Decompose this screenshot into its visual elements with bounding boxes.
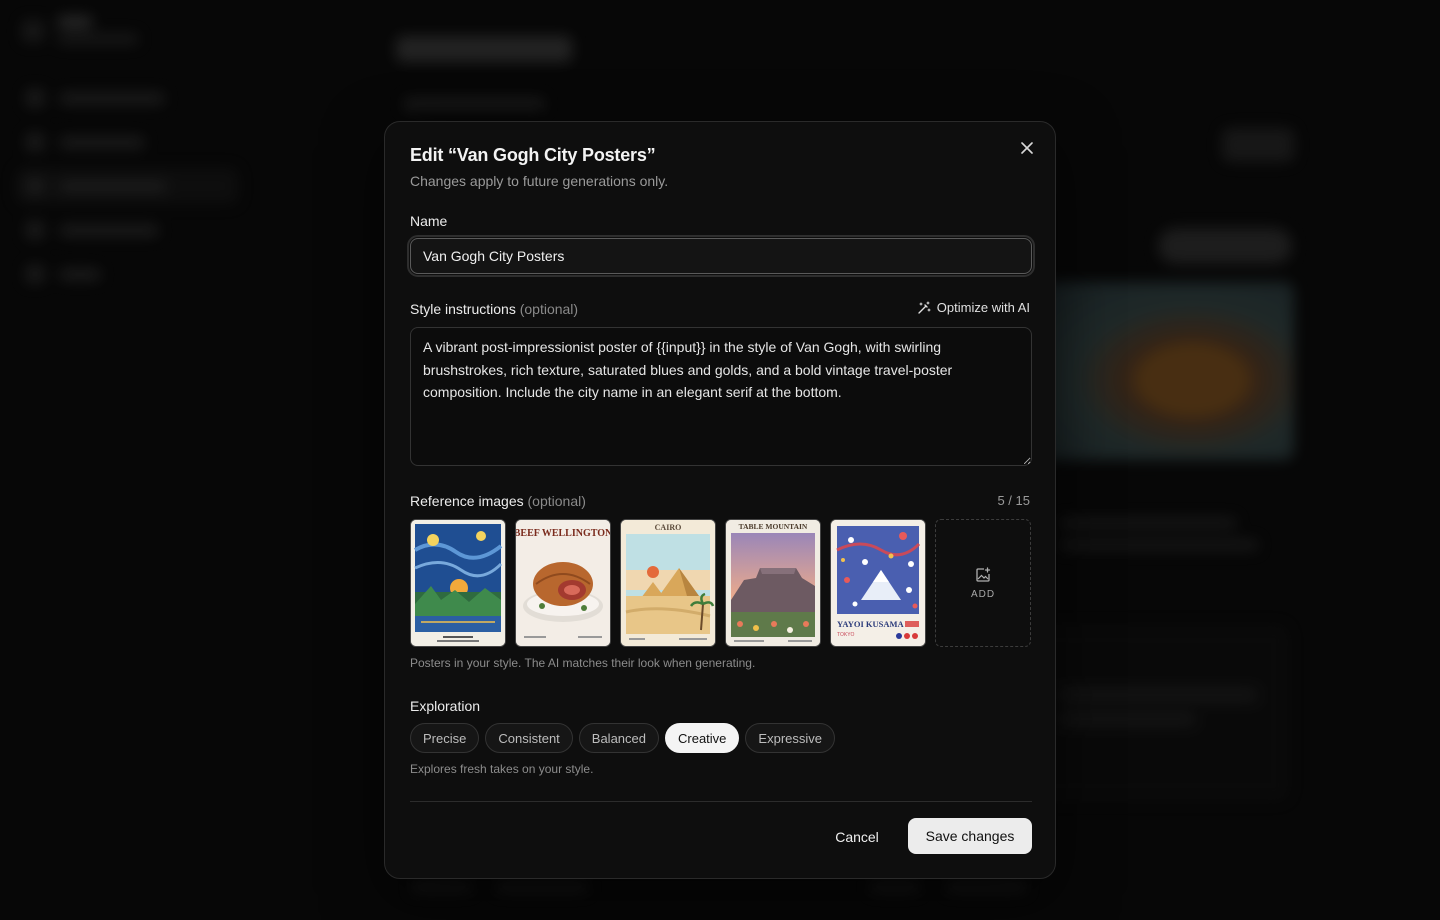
exploration-option-expressive[interactable]: Expressive xyxy=(745,723,835,753)
exploration-hint: Explores fresh takes on your style. xyxy=(410,762,594,776)
exploration-label: Exploration xyxy=(410,698,481,714)
reference-image-beef-wellington[interactable]: BEEF WELLINGTON xyxy=(515,519,611,647)
footer-divider xyxy=(410,801,1032,802)
cancel-button[interactable]: Cancel xyxy=(817,819,897,855)
reference-images-label: Reference images (optional) xyxy=(410,493,586,509)
optional-tag: (optional) xyxy=(519,301,579,317)
reference-caption: YAYOI KUSAMA xyxy=(837,619,905,629)
edit-style-dialog: Edit “Van Gogh City Posters” Changes app… xyxy=(384,121,1056,879)
reference-images-count: 5 / 15 xyxy=(997,493,1030,508)
style-instructions-textarea[interactable]: A vibrant post-impressionist poster of {… xyxy=(410,327,1032,466)
optimize-with-ai-button[interactable]: Optimize with AI xyxy=(917,300,1030,315)
reference-caption: CAIRO xyxy=(655,523,682,532)
style-instructions-label: Style instructions (optional) xyxy=(410,301,578,317)
reference-image-table-mountain[interactable]: TABLE MOUNTAIN xyxy=(725,519,821,647)
reference-images-label-text: Reference images xyxy=(410,493,524,509)
style-instructions-label-text: Style instructions xyxy=(410,301,516,317)
add-label: ADD xyxy=(970,588,996,600)
exploration-options: Precise Consistent Balanced Creative Exp… xyxy=(410,723,835,753)
reference-images-row: BEEF WELLINGTON CAIRO TABLE MOUNTAIN YAY… xyxy=(410,519,1031,647)
close-icon xyxy=(1021,142,1033,154)
exploration-option-consistent[interactable]: Consistent xyxy=(485,723,573,753)
reference-caption: BEEF WELLINGTON xyxy=(516,528,610,539)
exploration-option-creative[interactable]: Creative xyxy=(665,723,740,753)
name-label: Name xyxy=(410,213,448,229)
add-reference-image-button[interactable]: ADD xyxy=(935,519,1031,647)
reference-subcaption: TOKYO xyxy=(837,632,855,638)
close-button[interactable] xyxy=(1017,138,1037,158)
reference-images-hint: Posters in your style. The AI matches th… xyxy=(410,656,756,670)
reference-caption: TABLE MOUNTAIN xyxy=(739,522,808,531)
exploration-option-precise[interactable]: Precise xyxy=(410,723,480,753)
save-changes-button[interactable]: Save changes xyxy=(908,818,1032,854)
reference-image-starry-night[interactable] xyxy=(410,519,506,647)
image-add-icon xyxy=(976,566,991,582)
magic-wand-icon xyxy=(918,300,931,314)
reference-image-yayoi-kusama[interactable]: YAYOI KUSAMA TOKYO xyxy=(830,519,926,647)
optional-tag: (optional) xyxy=(527,493,586,509)
reference-image-cairo[interactable]: CAIRO xyxy=(620,519,716,647)
optimize-label: Optimize with AI xyxy=(936,300,1030,315)
exploration-option-balanced[interactable]: Balanced xyxy=(578,723,659,753)
name-input[interactable] xyxy=(407,235,1035,277)
dialog-title: Edit “Van Gogh City Posters” xyxy=(410,145,656,165)
dialog-subtitle: Changes apply to future generations only… xyxy=(410,173,669,189)
